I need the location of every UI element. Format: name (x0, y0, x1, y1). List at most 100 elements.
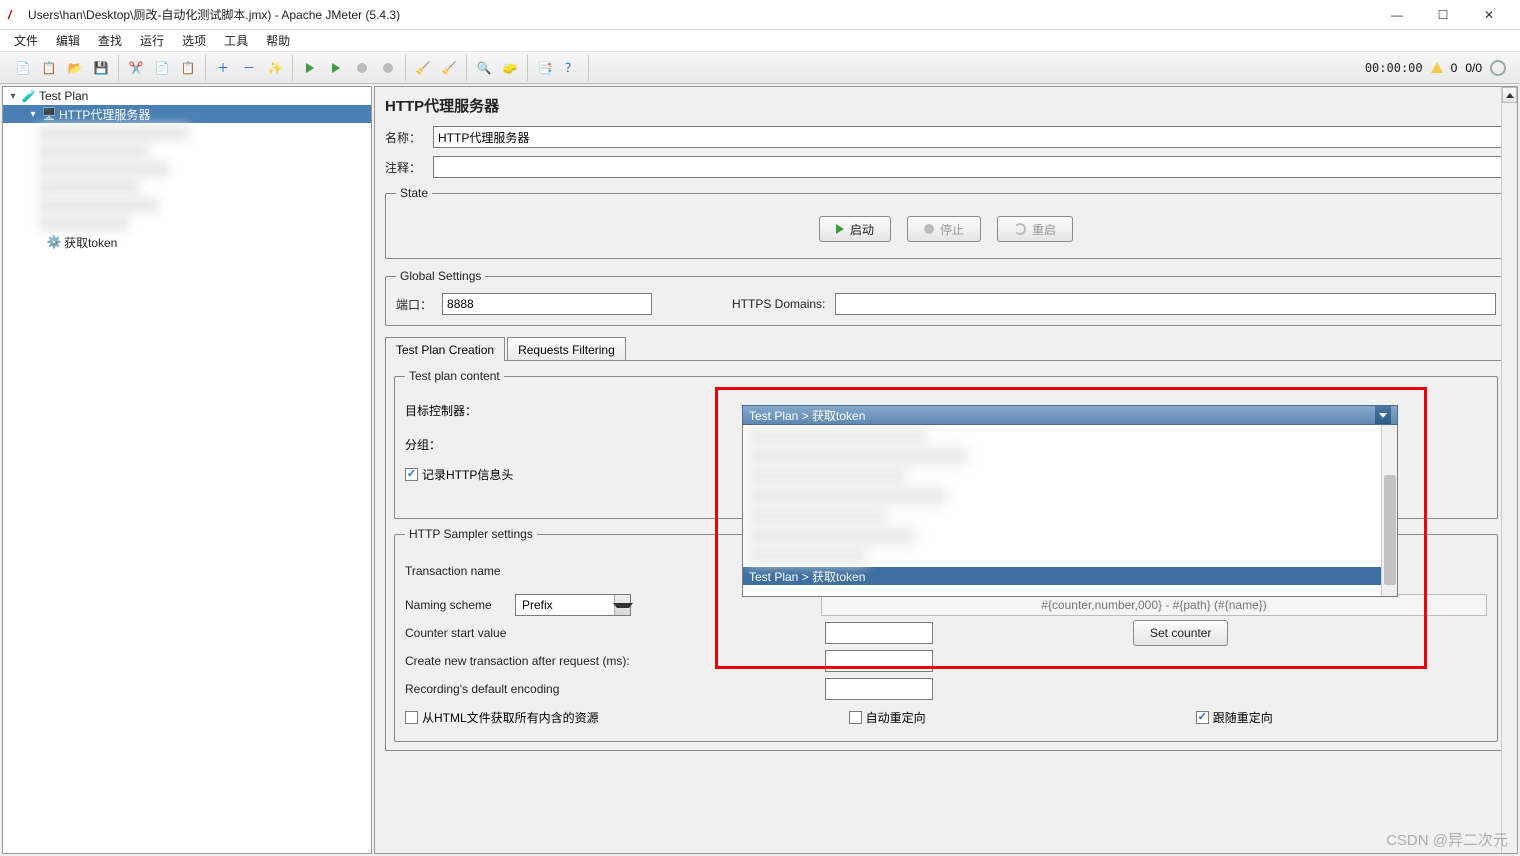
follow-redirect-label: 跟随重定向 (1213, 709, 1273, 726)
warning-count: 0 (1451, 61, 1458, 75)
toolbar: 📄 📋 📂 💾 ✂️ 📄 📋 ＋ － ✨ 🧹 🧹 🔍 🧽 📑 ？ 00:00:0… (0, 52, 1520, 84)
dropdown-item-selected[interactable]: Test Plan > 获取token (743, 567, 1397, 585)
state-fieldset: State 启动 停止 重启 (385, 186, 1507, 259)
reload-icon (1014, 223, 1026, 235)
follow-redirect-checkbox[interactable] (1196, 711, 1209, 724)
add-icon[interactable]: ＋ (212, 57, 234, 79)
menu-file[interactable]: 文件 (6, 30, 46, 51)
menu-help[interactable]: 帮助 (258, 30, 298, 51)
dropdown-list[interactable]: Test Plan > 获取token (742, 425, 1398, 597)
thread-ratio: 0/0 (1465, 61, 1482, 75)
paste-icon[interactable]: 📋 (177, 57, 199, 79)
global-settings-fieldset: Global Settings 端口： HTTPS Domains: (385, 269, 1507, 326)
play-icon (836, 224, 844, 234)
target-controller-selected[interactable]: Test Plan > 获取token (742, 405, 1398, 425)
clear-icon[interactable]: 🧹 (412, 57, 434, 79)
shutdown-icon[interactable] (377, 57, 399, 79)
remove-icon[interactable]: － (238, 57, 260, 79)
naming-scheme-label: Naming scheme (405, 598, 515, 612)
transaction-name-label: Transaction name (405, 564, 645, 578)
stop-icon[interactable] (351, 57, 373, 79)
tree-get-token[interactable]: ⚙️ 获取token (3, 233, 371, 251)
name-input[interactable] (433, 126, 1507, 148)
create-transaction-input[interactable] (825, 650, 933, 672)
save-icon[interactable]: 💾 (90, 57, 112, 79)
stop-button[interactable]: 停止 (907, 216, 981, 242)
naming-format-input[interactable] (821, 594, 1487, 616)
wand-icon[interactable]: ✨ (264, 57, 286, 79)
collapse-icon[interactable]: ▾ (27, 109, 39, 120)
gear-icon: ⚙️ (47, 235, 61, 249)
panel-scrollbar[interactable] (1501, 87, 1517, 853)
start-icon[interactable] (299, 57, 321, 79)
test-plan-content-legend: Test plan content (405, 369, 504, 383)
detail-panel: HTTP代理服务器 名称： 注释： State 启动 停止 重启 Global … (374, 86, 1518, 854)
tab-requests-filtering[interactable]: Requests Filtering (507, 337, 626, 361)
auto-redirect-label: 自动重定向 (866, 709, 926, 726)
scroll-up-icon[interactable] (1502, 87, 1517, 103)
menu-edit[interactable]: 编辑 (48, 30, 88, 51)
reset-search-icon[interactable]: 🧽 (499, 57, 521, 79)
chevron-down-icon (614, 595, 630, 615)
tree-panel[interactable]: ▾ 🧪 Test Plan ▾ 🖥️ HTTP代理服务器 ⚙️ 获取token (2, 86, 372, 854)
search-icon[interactable]: 🔍 (473, 57, 495, 79)
new-icon[interactable]: 📄 (12, 57, 34, 79)
status-icon (1490, 60, 1506, 76)
menu-search[interactable]: 查找 (90, 30, 130, 51)
help-icon[interactable]: ？ (560, 57, 582, 79)
port-label: 端口： (396, 296, 432, 313)
retrieve-html-checkbox[interactable] (405, 711, 418, 724)
start-button[interactable]: 启动 (819, 216, 891, 242)
recording-encoding-input[interactable] (825, 678, 933, 700)
open-icon[interactable]: 📂 (64, 57, 86, 79)
recording-encoding-label: Recording's default encoding (405, 682, 825, 696)
menu-tools[interactable]: 工具 (216, 30, 256, 51)
record-headers-label: 记录HTTP信息头 (422, 466, 513, 483)
counter-start-input[interactable] (825, 622, 933, 644)
tab-test-plan-creation[interactable]: Test Plan Creation (385, 337, 505, 361)
port-input[interactable] (442, 293, 652, 315)
grouping-label: 分组： (405, 436, 441, 453)
menu-options[interactable]: 选项 (174, 30, 214, 51)
window-title: Users\han\Desktop\厕改-自动化测试脚本.jmx) - Apac… (28, 6, 1374, 23)
https-domains-input[interactable] (835, 293, 1496, 315)
restart-button[interactable]: 重启 (997, 216, 1073, 242)
scrollbar-thumb[interactable] (1384, 475, 1396, 585)
cut-icon[interactable]: ✂️ (125, 57, 147, 79)
templates-icon[interactable]: 📋 (38, 57, 60, 79)
naming-scheme-select[interactable]: Prefix (515, 594, 631, 616)
global-legend: Global Settings (396, 269, 485, 283)
start-no-timers-icon[interactable] (325, 57, 347, 79)
copy-icon[interactable]: 📄 (151, 57, 173, 79)
record-headers-checkbox[interactable] (405, 468, 418, 481)
tab-strip: Test Plan Creation Requests Filtering (385, 336, 1507, 360)
set-counter-button[interactable]: Set counter (1133, 620, 1228, 646)
minimize-button[interactable]: — (1374, 0, 1420, 30)
target-controller-label: 目标控制器： (405, 402, 477, 419)
state-legend: State (396, 186, 432, 200)
function-helper-icon[interactable]: 📑 (534, 57, 556, 79)
chevron-down-icon[interactable] (1375, 406, 1391, 424)
recorder-icon: 🖥️ (42, 107, 56, 121)
http-sampler-legend: HTTP Sampler settings (405, 527, 537, 541)
collapse-icon[interactable]: ▾ (7, 91, 19, 102)
tree-http-proxy[interactable]: ▾ 🖥️ HTTP代理服务器 (3, 105, 371, 123)
clear-all-icon[interactable]: 🧹 (438, 57, 460, 79)
retrieve-html-label: 从HTML文件获取所有内含的资源 (422, 709, 599, 726)
close-button[interactable]: ✕ (1466, 0, 1512, 30)
name-label: 名称： (385, 129, 429, 146)
https-domains-label: HTTPS Domains: (732, 297, 825, 311)
warning-icon[interactable] (1431, 62, 1443, 73)
auto-redirect-checkbox[interactable] (849, 711, 862, 724)
maximize-button[interactable]: ☐ (1420, 0, 1466, 30)
tree-root[interactable]: ▾ 🧪 Test Plan (3, 87, 371, 105)
panel-title: HTTP代理服务器 (385, 95, 1507, 116)
watermark: CSDN @异二次元 (1386, 829, 1508, 850)
dropdown-scrollbar[interactable] (1381, 425, 1397, 596)
counter-start-label: Counter start value (405, 626, 825, 640)
titlebar: Users\han\Desktop\厕改-自动化测试脚本.jmx) - Apac… (0, 0, 1520, 30)
target-controller-dropdown[interactable]: Test Plan > 获取token Test Plan > 获取token (742, 405, 1398, 597)
create-transaction-label: Create new transaction after request (ms… (405, 654, 825, 668)
comment-input[interactable] (433, 156, 1507, 178)
menu-run[interactable]: 运行 (132, 30, 172, 51)
